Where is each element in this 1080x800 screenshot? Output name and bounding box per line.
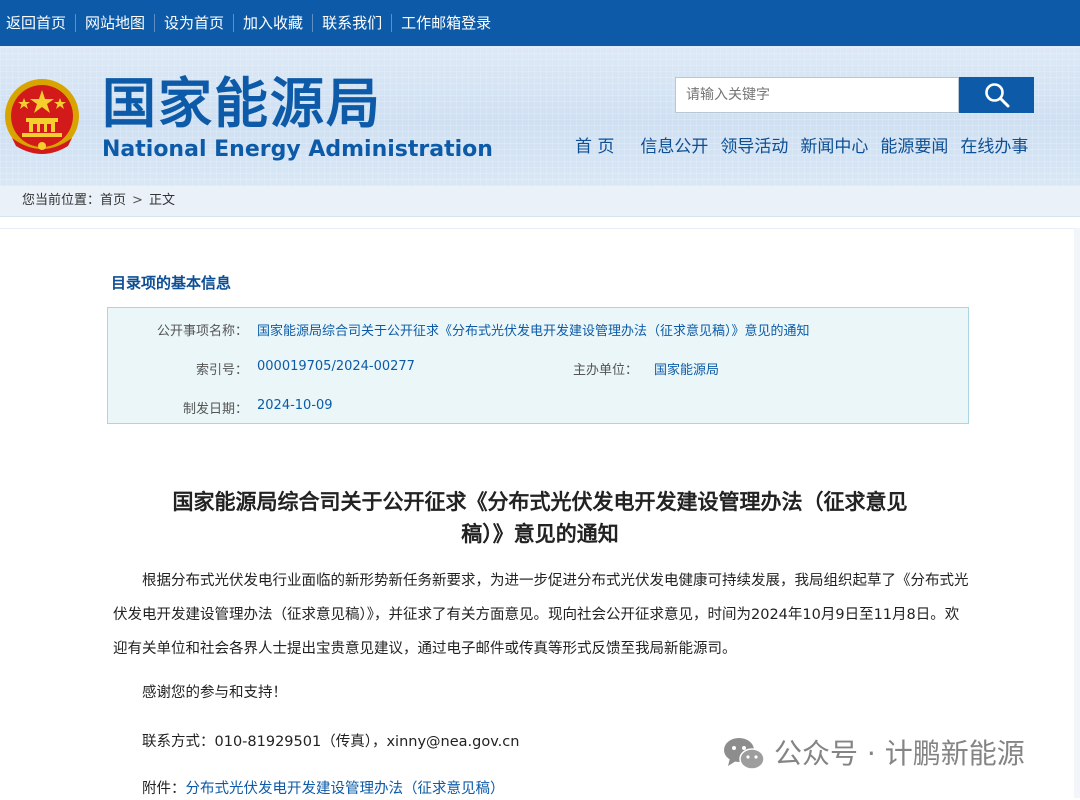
nav-item-leadership[interactable]: 领导活动 bbox=[720, 134, 788, 160]
content-frame-edge bbox=[1074, 228, 1080, 798]
info-name-value: 国家能源局综合司关于公开征求《分布式光伏发电开发建设管理办法（征求意见稿）》意见… bbox=[257, 324, 810, 339]
breadcrumb-separator: > bbox=[132, 193, 143, 208]
topbar-link-mail-login[interactable]: 工作邮箱登录 bbox=[391, 14, 500, 32]
info-name-label: 公开事项名称： bbox=[156, 324, 248, 339]
info-index-value: 000019705/2024-00277 bbox=[257, 359, 415, 374]
topbar-link-set-homepage[interactable]: 设为首页 bbox=[154, 14, 233, 32]
article-thanks: 感谢您的参与和支持！ bbox=[142, 685, 287, 701]
article-attachment: 附件：分布式光伏发电开发建设管理办法（征求意见稿） bbox=[142, 778, 505, 800]
site-title-chinese: 国家能源局 bbox=[102, 72, 382, 135]
wechat-icon bbox=[724, 738, 765, 770]
info-index-label: 索引号： bbox=[195, 363, 248, 378]
wechat-watermark: 公众号 · 计鹏新能源 bbox=[722, 736, 1025, 772]
topbar-link-home[interactable]: 返回首页 bbox=[0, 14, 75, 32]
top-utility-bar: 返回首页 网站地图 设为首页 加入收藏 联系我们 工作邮箱登录 bbox=[0, 0, 1080, 46]
info-unit-value: 国家能源局 bbox=[654, 363, 720, 378]
article-title: 国家能源局综合司关于公开征求《分布式光伏发电开发建设管理办法（征求意见 稿）》意… bbox=[110, 486, 970, 550]
site-title-english: National Energy Administration bbox=[102, 137, 493, 162]
nav-item-online-services[interactable]: 在线办事 bbox=[960, 134, 1028, 160]
nav-item-energy-news[interactable]: 能源要闻 bbox=[880, 134, 948, 160]
breadcrumb: 您当前位置：首页 > 正文 bbox=[0, 186, 1080, 217]
info-unit-label: 主办单位： bbox=[572, 363, 638, 378]
info-date-value: 2024-10-09 bbox=[257, 398, 333, 413]
nav-item-info-disclosure[interactable]: 信息公开 bbox=[640, 134, 708, 160]
search-icon bbox=[984, 83, 1009, 108]
watermark-text: 公众号 · 计鹏新能源 bbox=[774, 737, 1025, 770]
info-date-label: 制发日期： bbox=[182, 402, 248, 417]
catalog-info-box: 公开事项名称： 国家能源局综合司关于公开征求《分布式光伏发电开发建设管理办法（征… bbox=[107, 307, 969, 424]
attachment-link[interactable]: 分布式光伏发电开发建设管理办法（征求意见稿） bbox=[186, 781, 505, 797]
site-header: 国家能源局 National Energy Administration 首 页… bbox=[0, 46, 1080, 186]
article-title-line-1: 国家能源局综合司关于公开征求《分布式光伏发电开发建设管理办法（征求意见 bbox=[172, 489, 908, 514]
article-body-paragraph: 根据分布式光伏发电行业面临的新形势新任务新要求，为进一步促进分布式光伏发电健康可… bbox=[113, 573, 969, 657]
main-navigation: 首 页 信息公开 领导活动 新闻中心 能源要闻 在线办事 bbox=[575, 134, 1040, 160]
topbar-link-add-favorite[interactable]: 加入收藏 bbox=[233, 14, 312, 32]
national-emblem-icon bbox=[5, 79, 79, 154]
article-contact: 联系方式：010-81929501（传真），xinny@nea.gov.cn bbox=[142, 734, 520, 750]
search-input[interactable] bbox=[675, 77, 959, 113]
breadcrumb-home-link[interactable]: 首页 bbox=[100, 193, 126, 208]
breadcrumb-current: 正文 bbox=[148, 193, 175, 208]
attachment-label: 附件： bbox=[142, 781, 186, 797]
nav-item-news-center[interactable]: 新闻中心 bbox=[800, 134, 868, 160]
search-button[interactable] bbox=[959, 77, 1034, 113]
topbar-link-sitemap[interactable]: 网站地图 bbox=[75, 14, 154, 32]
breadcrumb-prefix: 您当前位置： bbox=[22, 193, 101, 208]
nav-item-home[interactable]: 首 页 bbox=[575, 134, 614, 160]
catalog-info-heading: 目录项的基本信息 bbox=[111, 274, 232, 292]
topbar-link-contact[interactable]: 联系我们 bbox=[312, 14, 391, 32]
article-title-line-2: 稿）》意见的通知 bbox=[461, 521, 619, 546]
